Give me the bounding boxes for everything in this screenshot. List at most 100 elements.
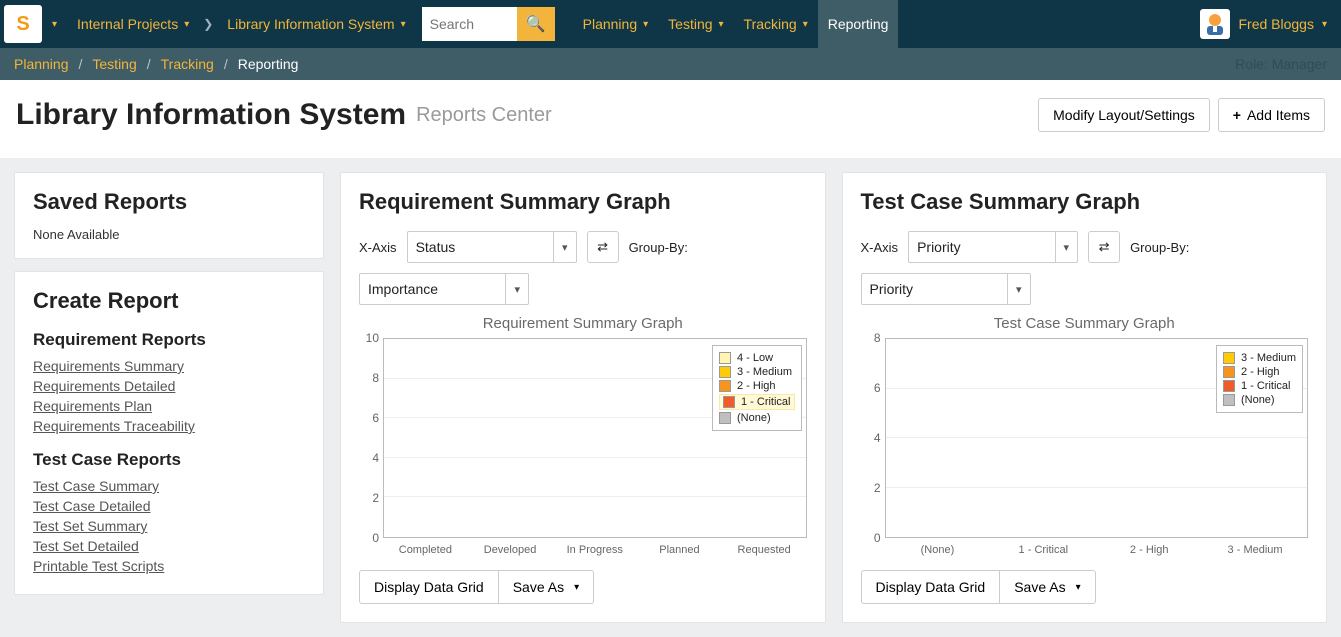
page-header: Library Information System Reports Cente… [0, 80, 1341, 158]
legend-swatch [1223, 366, 1235, 378]
role-label: Role: Manager [1235, 56, 1327, 72]
chevron-down-icon: ▾ [505, 273, 520, 305]
avatar-icon [1202, 11, 1228, 37]
x-tick: Requested [722, 544, 807, 556]
app-logo[interactable]: S [4, 5, 42, 43]
legend-item[interactable]: 4 - Low [719, 352, 795, 364]
report-link[interactable]: Test Case Summary [33, 478, 305, 494]
logo-menu[interactable]: ▾ [42, 0, 67, 48]
legend-item[interactable]: 2 - High [1223, 366, 1296, 378]
legend-label: 1 - Critical [741, 396, 791, 408]
display-grid-button[interactable]: Display Data Grid [861, 570, 1001, 604]
report-link[interactable]: Requirements Summary [33, 358, 305, 374]
breadcrumb-bar: Planning / Testing / Tracking / Reportin… [0, 48, 1341, 80]
caret-down-icon: ▾ [643, 19, 648, 30]
legend-swatch [719, 352, 731, 364]
nav-testing[interactable]: Testing▾ [658, 0, 733, 48]
x-tick: Developed [468, 544, 553, 556]
chart-plot-title: Test Case Summary Graph [861, 315, 1309, 332]
report-link[interactable]: Requirements Detailed [33, 378, 305, 394]
report-link[interactable]: Test Set Detailed [33, 538, 305, 554]
swap-icon: ⇄ [597, 239, 608, 255]
saved-reports-empty: None Available [33, 227, 305, 242]
report-link[interactable]: Requirements Traceability [33, 418, 305, 434]
legend-swatch [723, 396, 735, 408]
chevron-down-icon: ▾ [52, 19, 57, 30]
search-input[interactable] [422, 7, 517, 41]
save-as-button[interactable]: Save As▾ [1000, 570, 1095, 604]
legend-item[interactable]: 1 - Critical [719, 394, 795, 410]
chevron-down-icon: ▾ [553, 231, 568, 263]
chevron-down-icon: ▾ [401, 19, 406, 30]
x-tick: Completed [383, 544, 468, 556]
x-tick: 3 - Medium [1202, 544, 1308, 556]
chart-plot-title: Requirement Summary Graph [359, 315, 807, 332]
project-label: Library Information System [227, 16, 394, 32]
group-by-select[interactable]: Priority▾ [861, 273, 1031, 305]
add-items-button[interactable]: + Add Items [1218, 98, 1325, 132]
chevron-down-icon: ▾ [184, 19, 189, 30]
legend-label: 3 - Medium [737, 366, 792, 378]
user-avatar[interactable] [1200, 9, 1230, 39]
report-link[interactable]: Test Case Detailed [33, 498, 305, 514]
plus-icon: + [1233, 107, 1241, 123]
legend-swatch [719, 380, 731, 392]
crumb-reporting: Reporting [238, 56, 299, 72]
x-tick: (None) [885, 544, 991, 556]
chart-a-title: Requirement Summary Graph [359, 189, 807, 215]
x-tick: 2 - High [1096, 544, 1202, 556]
search-icon: 🔍 [526, 14, 546, 34]
legend-label: 1 - Critical [1241, 380, 1291, 392]
top-navbar: S ▾ Internal Projects ▾ ❯ Library Inform… [0, 0, 1341, 48]
requirement-summary-panel: Requirement Summary Graph X-Axis Status▾… [340, 172, 826, 623]
legend-item[interactable]: 3 - Medium [719, 366, 795, 378]
caret-down-icon: ▾ [803, 19, 808, 30]
x-axis-label: X-Axis [861, 240, 899, 255]
page-subtitle: Reports Center [416, 104, 552, 127]
crumb-tracking[interactable]: Tracking [161, 56, 214, 72]
legend-item[interactable]: (None) [1223, 394, 1296, 406]
legend-label: 2 - High [737, 380, 776, 392]
display-grid-button[interactable]: Display Data Grid [359, 570, 499, 604]
caret-down-icon: ▾ [574, 582, 579, 593]
legend-swatch [719, 366, 731, 378]
legend-label: 3 - Medium [1241, 352, 1296, 364]
report-link[interactable]: Test Set Summary [33, 518, 305, 534]
x-tick: 1 - Critical [990, 544, 1096, 556]
nav-tracking[interactable]: Tracking▾ [734, 0, 818, 48]
legend-item[interactable]: 2 - High [719, 380, 795, 392]
chart-legend: 3 - Medium 2 - High 1 - Critical (None) [1216, 345, 1303, 413]
legend-item[interactable]: 1 - Critical [1223, 380, 1296, 392]
report-link[interactable]: Printable Test Scripts [33, 558, 305, 574]
chevron-down-icon[interactable]: ▾ [1322, 19, 1327, 30]
group-by-select[interactable]: Importance▾ [359, 273, 529, 305]
save-as-button[interactable]: Save As▾ [499, 570, 594, 604]
workspace-label: Internal Projects [77, 16, 178, 32]
x-tick: In Progress [552, 544, 637, 556]
chevron-down-icon: ▾ [1055, 231, 1070, 263]
legend-swatch [1223, 394, 1235, 406]
x-axis-select[interactable]: Priority▾ [908, 231, 1078, 263]
nav-planning[interactable]: Planning▾ [573, 0, 659, 48]
legend-label: 4 - Low [737, 352, 773, 364]
create-report-panel: Create Report Requirement Reports Requir… [14, 271, 324, 595]
swap-axes-button[interactable]: ⇄ [1088, 231, 1120, 263]
crumb-planning[interactable]: Planning [14, 56, 69, 72]
chevron-down-icon: ▾ [1007, 273, 1022, 305]
workspace-selector[interactable]: Internal Projects ▾ [67, 0, 199, 48]
nav-reporting[interactable]: Reporting [818, 0, 899, 48]
chevron-right-icon: ❯ [203, 17, 213, 31]
legend-item[interactable]: 3 - Medium [1223, 352, 1296, 364]
swap-axes-button[interactable]: ⇄ [587, 231, 619, 263]
chart-b-title: Test Case Summary Graph [861, 189, 1309, 215]
modify-layout-button[interactable]: Modify Layout/Settings [1038, 98, 1210, 132]
report-link[interactable]: Requirements Plan [33, 398, 305, 414]
project-selector[interactable]: Library Information System ▾ [217, 0, 415, 48]
crumb-testing[interactable]: Testing [92, 56, 136, 72]
legend-label: (None) [1241, 394, 1275, 406]
legend-item[interactable]: (None) [719, 412, 795, 424]
saved-reports-title: Saved Reports [33, 189, 305, 215]
search-button[interactable]: 🔍 [517, 7, 555, 41]
test-case-summary-panel: Test Case Summary Graph X-Axis Priority▾… [842, 172, 1328, 623]
x-axis-select[interactable]: Status▾ [407, 231, 577, 263]
